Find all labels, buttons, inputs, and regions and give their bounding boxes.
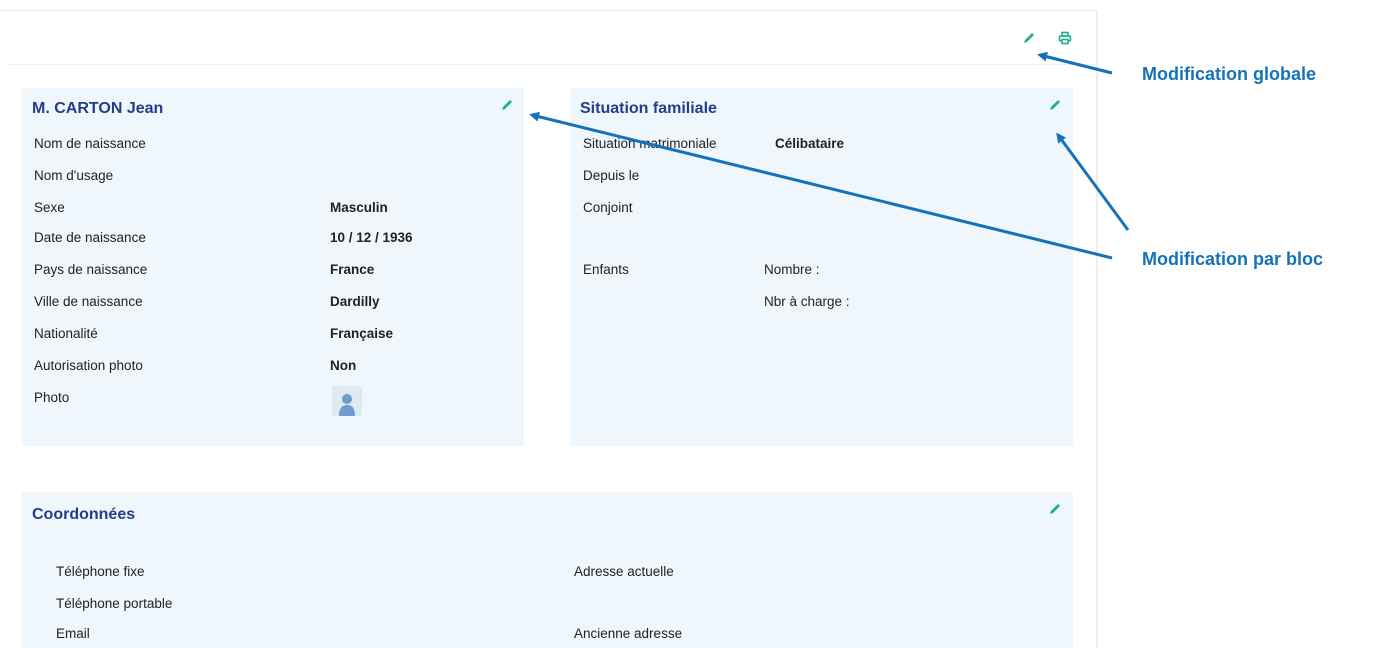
record-page: M. CARTON Jean Nom de naissance Nom d'us… xyxy=(0,0,1100,648)
identity-title: M. CARTON Jean xyxy=(32,100,164,117)
sex-value: Masculin xyxy=(330,200,388,215)
email-label: Email xyxy=(56,626,90,641)
usage-name-label: Nom d'usage xyxy=(34,168,114,183)
birth-city-value: Dardilly xyxy=(330,294,380,309)
birth-date-value: 10 / 12 / 1936 xyxy=(330,230,413,245)
birth-date-label: Date de naissance xyxy=(34,230,146,245)
annotation-block-edit: Modification par bloc xyxy=(1142,249,1324,269)
print-icon[interactable] xyxy=(1056,29,1074,47)
marital-status-value: Célibataire xyxy=(775,136,845,151)
nationality-value: Française xyxy=(330,326,394,341)
since-label: Depuis le xyxy=(583,168,640,183)
current-address-label: Adresse actuelle xyxy=(574,564,674,579)
birth-name-label: Nom de naissance xyxy=(34,136,146,151)
old-address-label: Ancienne adresse xyxy=(574,626,683,641)
children-count-label: Nombre : xyxy=(764,262,820,277)
identity-edit-pencil-icon[interactable] xyxy=(498,96,516,114)
header-divider xyxy=(6,64,1096,65)
children-label: Enfants xyxy=(583,262,629,277)
birth-city-label: Ville de naissance xyxy=(34,294,143,309)
mobile-label: Téléphone portable xyxy=(56,596,173,611)
contact-edit-pencil-icon[interactable] xyxy=(1046,500,1064,518)
family-card: Situation familiale Situation matrimonia… xyxy=(570,88,1073,446)
photo-permission-label: Autorisation photo xyxy=(34,358,143,373)
top-divider xyxy=(0,10,1096,11)
global-edit-pencil-icon[interactable] xyxy=(1020,29,1038,47)
sex-label: Sexe xyxy=(34,200,65,215)
family-edit-pencil-icon[interactable] xyxy=(1046,96,1064,114)
contact-title: Coordonnées xyxy=(32,506,136,523)
spouse-label: Conjoint xyxy=(583,200,633,215)
contact-card: Coordonnées Téléphone fixe Téléphone por… xyxy=(22,492,1073,648)
right-divider xyxy=(1096,10,1098,648)
marital-status-label: Situation matrimoniale xyxy=(583,136,717,151)
dependents-label: Nbr à charge : xyxy=(764,294,850,309)
annotation-global-edit: Modification globale xyxy=(1142,64,1316,84)
photo-label: Photo xyxy=(34,390,70,405)
landline-label: Téléphone fixe xyxy=(56,564,145,579)
family-title: Situation familiale xyxy=(580,100,717,117)
birth-country-value: France xyxy=(330,262,375,277)
identity-card: M. CARTON Jean Nom de naissance Nom d'us… xyxy=(22,88,524,446)
photo-permission-value: Non xyxy=(330,358,357,373)
nationality-label: Nationalité xyxy=(34,326,98,341)
user-avatar-icon[interactable] xyxy=(332,386,362,416)
birth-country-label: Pays de naissance xyxy=(34,262,148,277)
